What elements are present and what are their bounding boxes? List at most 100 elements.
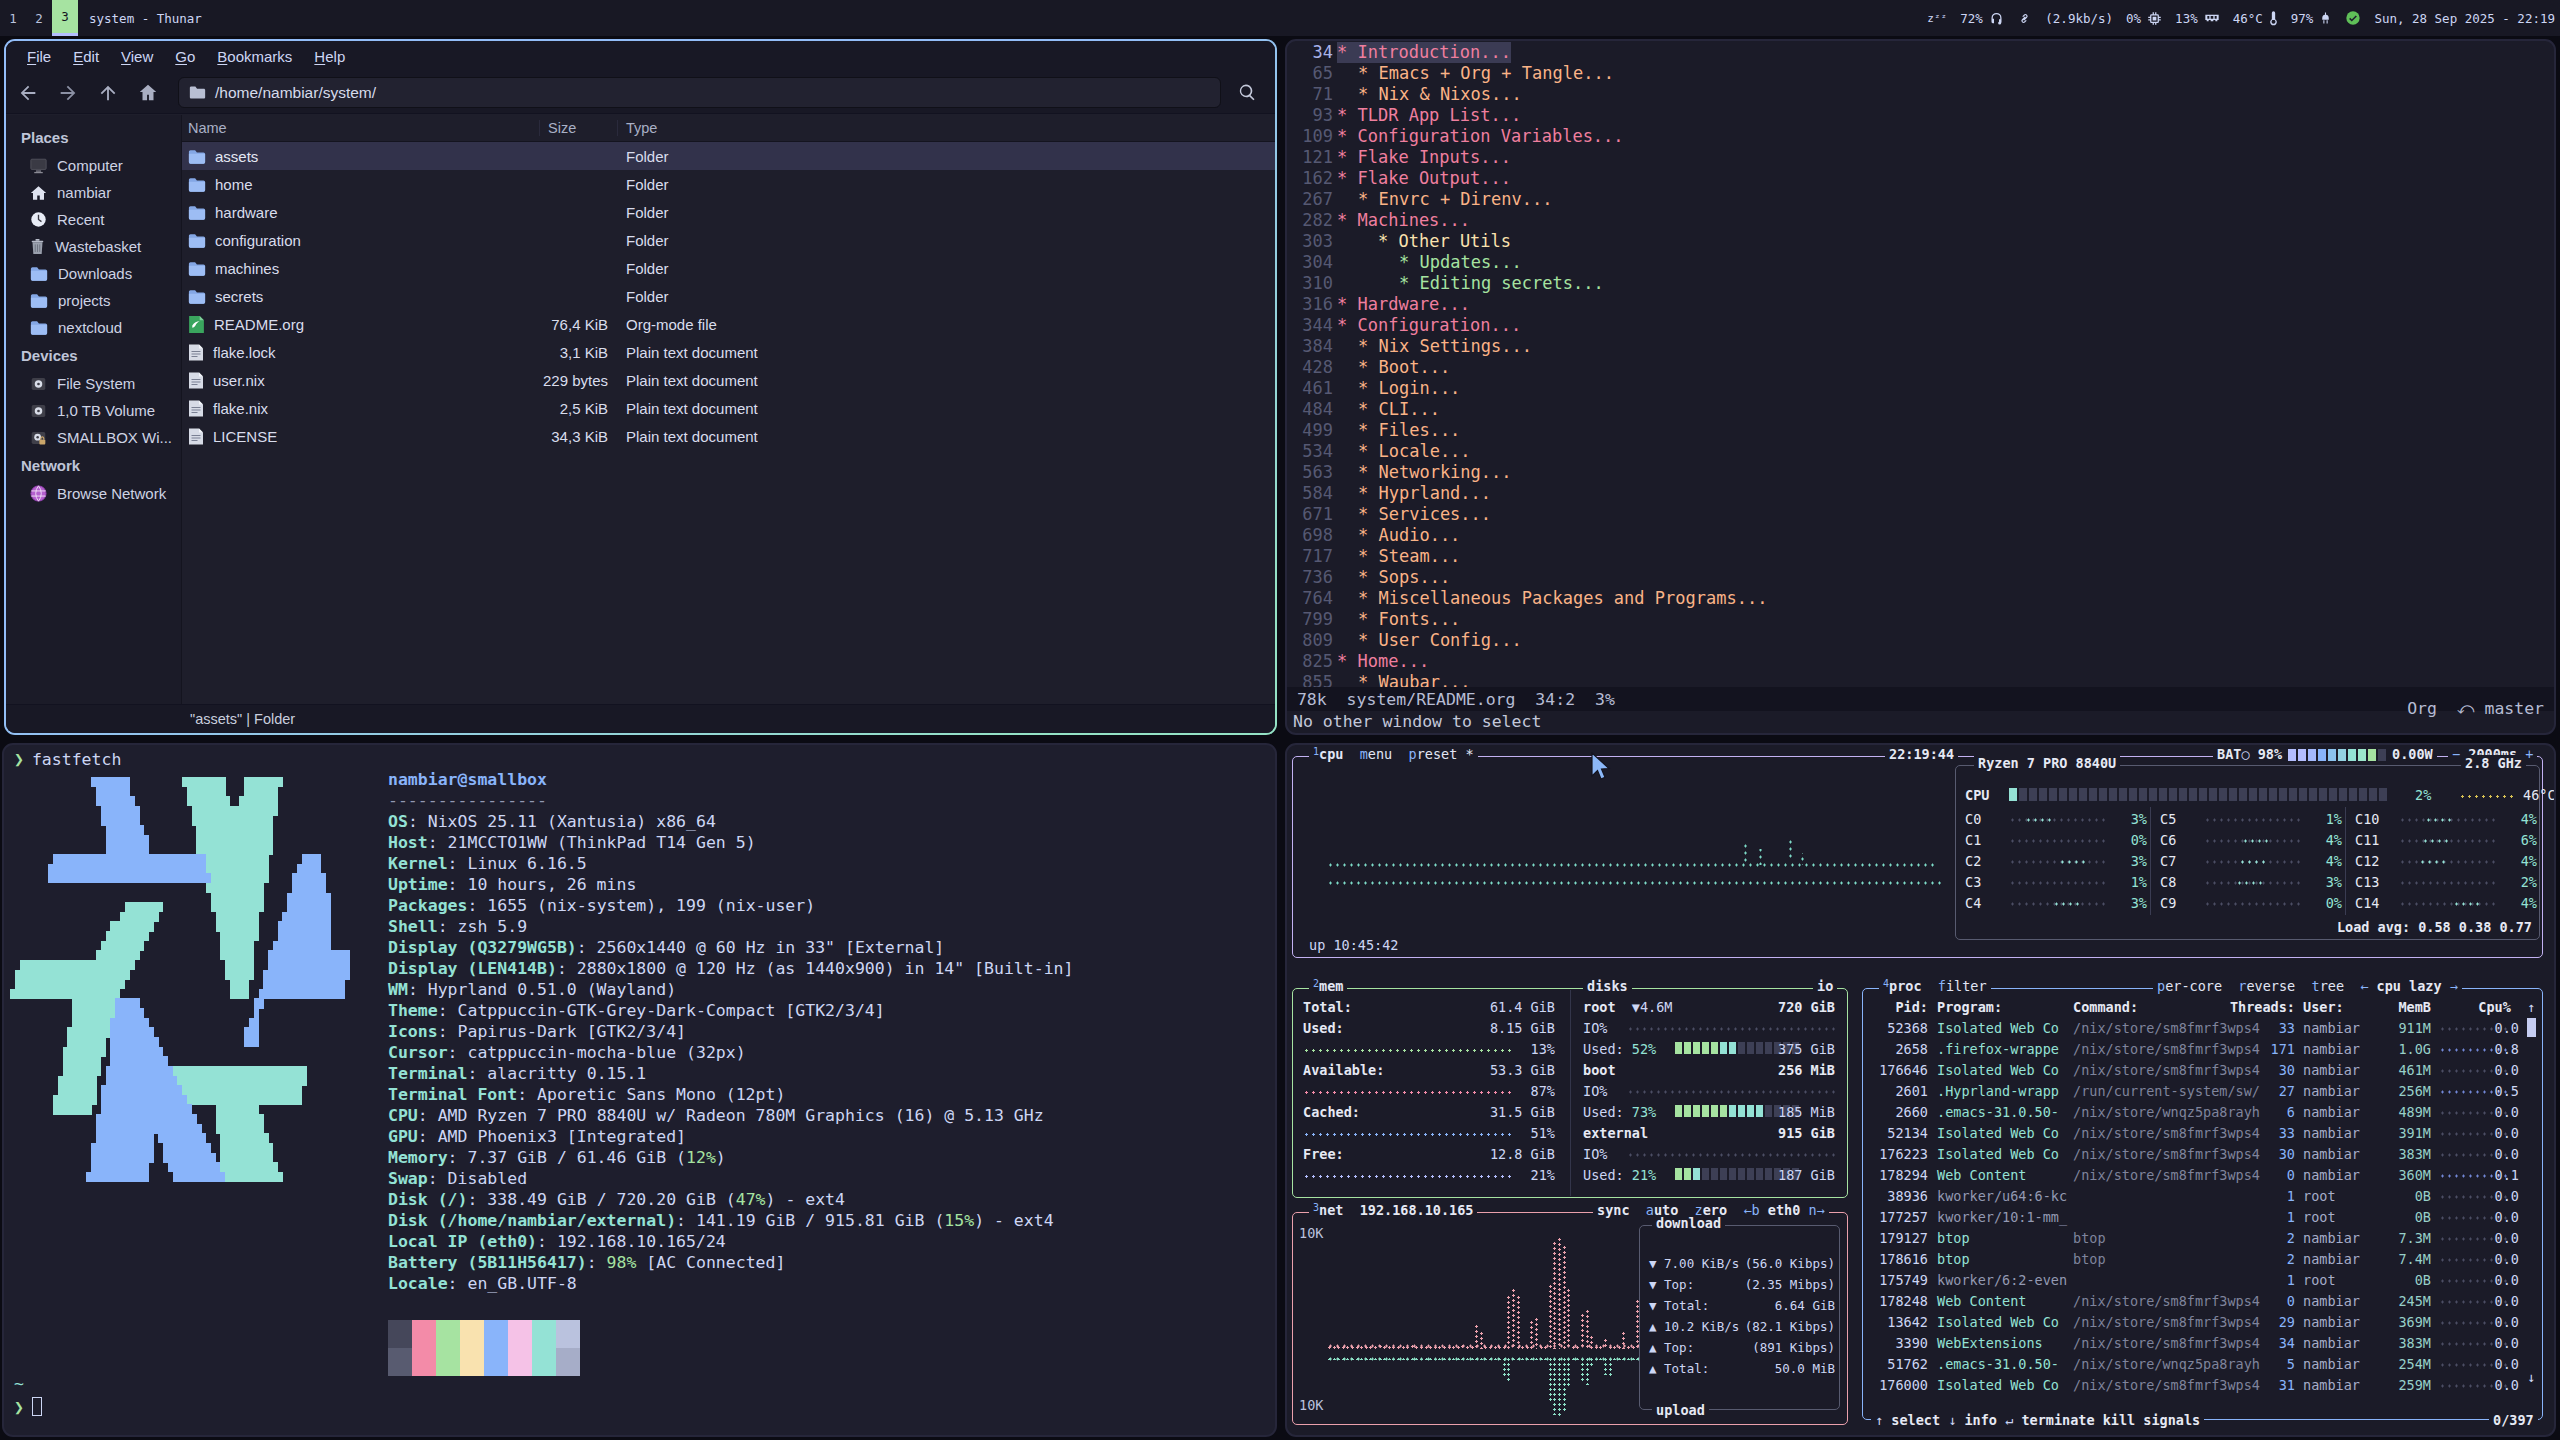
file-name: home (215, 176, 253, 193)
sidebar-item-label: SMALLBOX Wi... (57, 429, 172, 446)
proc-program-text: WebExtensions (1937, 1335, 2043, 1351)
menu-view[interactable]: View (110, 48, 164, 65)
sidebar-item-file-system[interactable]: File System (6, 370, 181, 397)
info-label: WM (388, 980, 408, 999)
thunar-menubar: FileEditViewGoBookmarksHelp (6, 41, 1275, 72)
file-row-home[interactable]: homeFolder (182, 170, 1275, 198)
core-name: C12 (2355, 853, 2379, 869)
proc-user: nambiar (2303, 1081, 2360, 1102)
terminal-window[interactable]: ❯fastfetch nambiar@smallbox-------------… (2, 743, 1277, 1437)
file-row-configuration[interactable]: configurationFolder (182, 226, 1275, 254)
workspace-button-3[interactable]: 3 (52, 0, 78, 36)
workspace-button-2[interactable]: 2 (26, 0, 52, 36)
search-button[interactable] (1227, 77, 1267, 108)
proc-pid-text: 176646 (1879, 1062, 1928, 1078)
org-heading-l2: * Miscellaneous Packages and Programs... (1358, 588, 1767, 609)
column-name[interactable]: Name (182, 120, 540, 136)
proc-header-threads-text: Threads: (2230, 999, 2295, 1015)
proc-user: nambiar (2303, 1144, 2360, 1165)
sidebar-item-wastebasket[interactable]: Wastebasket (6, 233, 181, 260)
logo-pixel-run (91, 777, 130, 787)
meter-block (2129, 788, 2137, 801)
column-type[interactable]: Type (618, 120, 657, 136)
proc-cpu-text: 0.8 (2495, 1041, 2519, 1057)
info-colon: : (438, 1001, 448, 1020)
sidebar-item-computer[interactable]: Computer (6, 152, 181, 179)
proc-mem-text: 0B (2415, 1209, 2431, 1225)
menu-help[interactable]: Help (303, 48, 356, 65)
back-button[interactable] (10, 77, 46, 109)
proc-user: root (2303, 1186, 2336, 1207)
menu-edit[interactable]: Edit (62, 48, 110, 65)
proc-threads: 27 (2207, 1081, 2295, 1102)
menu-file[interactable]: File (16, 48, 62, 65)
proc-program-text: kworker/10:1-mm_ (1937, 1209, 2067, 1225)
core-pct-value: 4% (2326, 832, 2342, 848)
fastfetch-line: CPU: AMD Ryzen 7 PRO 8840U w/ Radeon 780… (388, 1105, 1044, 1126)
core-label: C13 (2355, 872, 2379, 893)
sidebar-item-projects[interactable]: projects (6, 287, 181, 314)
btop-window[interactable]: 1cpu menu preset *22:19:44BAT○ 98%0.00W−… (1285, 743, 2556, 1437)
disk-used-value-text: 187 GiB (1778, 1167, 1835, 1183)
file-row-license[interactable]: LICENSE34,3 KiBPlain text document (182, 422, 1275, 450)
clock-module[interactable]: Sun, 28 Sep 2025 - 22:19 (2374, 11, 2555, 26)
line-number: 717 (1287, 546, 1333, 566)
up-button[interactable] (90, 77, 126, 109)
file-row-hardware[interactable]: hardwareFolder (182, 198, 1275, 226)
sidebar-item-label: Wastebasket (55, 238, 141, 255)
disk-name: boot (1583, 1062, 1616, 1078)
meter-block (2359, 788, 2367, 801)
core-name: C6 (2160, 832, 2176, 848)
core-pct: 1% (2113, 872, 2147, 893)
proc-program: Isolated Web Co (1937, 1018, 2059, 1039)
logo-pixel-run (58, 1076, 97, 1086)
file-name-cell: home (182, 176, 540, 193)
home-button[interactable] (130, 77, 166, 109)
sidebar-item-nambiar[interactable]: nambiar (6, 179, 181, 206)
path-bar[interactable]: /home/nambiar/system/ (178, 77, 1221, 108)
file-row-flake-nix[interactable]: flake.nix2,5 KiBPlain text document (182, 394, 1275, 422)
menu-bookmarks[interactable]: Bookmarks (206, 48, 303, 65)
file-type-cell: Plain text document (618, 400, 758, 417)
menu-go[interactable]: Go (164, 48, 206, 65)
proc-pid-text: 175749 (1879, 1272, 1928, 1288)
info-colon: : (408, 980, 418, 999)
fastfetch-separator: ---------------- (388, 791, 547, 810)
thunar-toolbar: /home/nambiar/system/ (6, 72, 1275, 114)
sidebar-item-smallbox-wi-[interactable]: SMALLBOX Wi... (6, 424, 181, 451)
proc-user-text: nambiar (2303, 1062, 2360, 1078)
proc-threads-text: 30 (2279, 1146, 2295, 1162)
core-name: C9 (2160, 895, 2176, 911)
sidebar-item-downloads[interactable]: Downloads (6, 260, 181, 287)
file-row-machines[interactable]: machinesFolder (182, 254, 1275, 282)
arrow-up-icon (97, 82, 119, 104)
proc-threads-text: 34 (2279, 1335, 2295, 1351)
sidebar-item-browse-network[interactable]: Browse Network (6, 480, 181, 507)
core-name: C13 (2355, 874, 2379, 890)
column-size[interactable]: Size (540, 120, 618, 136)
proc-program: Isolated Web Co (1937, 1123, 2059, 1144)
sidebar-item-1-0-tb-volume[interactable]: 1,0 TB Volume (6, 397, 181, 424)
palette-swatch (532, 1348, 556, 1376)
proc-mem-text: 1.0G (2398, 1041, 2431, 1057)
file-row-assets[interactable]: assetsFolder (182, 142, 1275, 170)
file-row-secrets[interactable]: secretsFolder (182, 282, 1275, 310)
emacs-window[interactable]: 34* Introduction...65* Emacs + Org + Tan… (1285, 39, 2556, 735)
org-heading-l2: * Envrc + Direnv... (1358, 189, 1552, 210)
forward-button[interactable] (50, 77, 86, 109)
sidebar-item-nextcloud[interactable]: nextcloud (6, 314, 181, 341)
mem-pct-value: 21% (1531, 1167, 1555, 1183)
proc-cpu: 0.0 (2455, 1207, 2519, 1228)
file-row-readme-org[interactable]: README.org76,4 KiBOrg-mode file (182, 310, 1275, 338)
sidebar-item-recent[interactable]: Recent (6, 206, 181, 233)
line-number: 428 (1287, 357, 1333, 377)
sidebar-section-network: Network (6, 451, 181, 480)
workspace-button-1[interactable]: 1 (0, 0, 26, 36)
logo-pixel-run (96, 1133, 154, 1143)
core-name: C3 (1965, 874, 1981, 890)
file-row-user-nix[interactable]: user.nix229 bytesPlain text document (182, 366, 1275, 394)
file-row-flake-lock[interactable]: flake.lock3,1 KiBPlain text document (182, 338, 1275, 366)
proc-cpu: 0.5 (2455, 1081, 2519, 1102)
proc-threads-text: 29 (2279, 1314, 2295, 1330)
core-label: C11 (2355, 830, 2379, 851)
